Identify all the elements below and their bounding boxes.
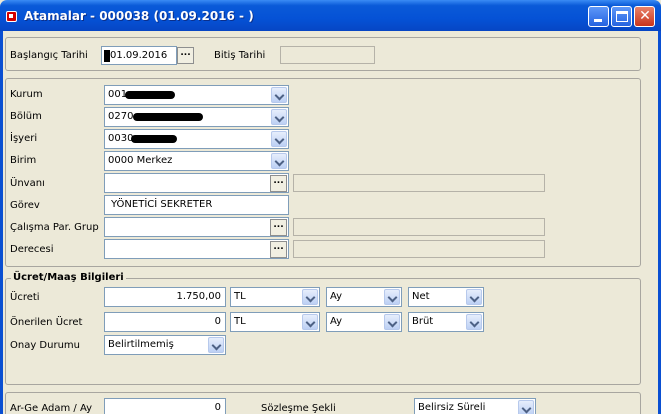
onay-label: Onay Durumu (10, 340, 80, 351)
salary-panel (5, 278, 641, 385)
calisma-description-field (293, 218, 545, 236)
ucret-label: Ücreti (10, 292, 40, 303)
close-icon: ✕ (639, 8, 651, 24)
calisma-input[interactable]: ... (104, 217, 289, 237)
gorev-value: YÖNETİCİ SEKRETER (111, 199, 213, 210)
end-date-label: Bitiş Tarihi (214, 50, 266, 61)
chevron-down-icon[interactable] (208, 337, 224, 353)
window-title: Atamalar - 000038 (01.09.2016 - ) (24, 9, 254, 23)
minimize-button[interactable] (588, 6, 609, 27)
start-date-picker-button[interactable]: ... (177, 47, 194, 64)
end-date-field (280, 46, 375, 64)
ucret-type-select[interactable]: Net (408, 287, 484, 307)
onerilen-currency-value: TL (234, 316, 246, 327)
onerilen-input[interactable]: 0 (104, 312, 226, 332)
start-date-label: Başlangıç Tarihi (10, 50, 88, 61)
isyeri-label: İşyeri (10, 133, 38, 144)
ucret-period-select[interactable]: Ay (326, 287, 402, 307)
onay-value: Belirtilmemiş (108, 339, 174, 350)
calisma-lookup-button[interactable]: ... (270, 219, 287, 236)
ucret-input[interactable]: 1.750,00 (104, 287, 226, 307)
arge-label: Ar-Ge Adam / Ay (10, 403, 93, 414)
bolum-value: 0270 (108, 111, 134, 122)
onerilen-period-select[interactable]: Ay (326, 312, 402, 332)
derece-label: Derecesi (10, 244, 54, 255)
organization-panel (5, 78, 641, 267)
kurum-label: Kurum (10, 89, 43, 100)
ucret-period-value: Ay (330, 291, 343, 302)
sozlesme-label: Sözleşme Şekli (261, 403, 336, 414)
chevron-down-icon[interactable] (271, 153, 287, 169)
gorev-input[interactable]: YÖNETİCİ SEKRETER (104, 195, 289, 215)
birim-select[interactable]: 0000 Merkez (104, 151, 289, 171)
chevron-down-icon[interactable] (466, 314, 482, 330)
ucret-type-value: Net (412, 291, 430, 302)
ucret-currency-value: TL (234, 291, 246, 302)
kurum-select[interactable]: 001 (104, 85, 289, 105)
gorev-label: Görev (10, 200, 40, 211)
title-bar[interactable]: Atamalar - 000038 (01.09.2016 - ) ✕ (0, 0, 661, 31)
unvan-label: Ünvanı (10, 178, 45, 189)
maximize-button[interactable] (611, 6, 632, 27)
chevron-down-icon[interactable] (384, 314, 400, 330)
redaction-mark (133, 113, 203, 121)
unvan-description-field (293, 174, 545, 192)
onerilen-label: Önerilen Ücret (10, 317, 83, 328)
sozlesme-select[interactable]: Belirsiz Süreli (414, 398, 536, 414)
chevron-down-icon[interactable] (466, 289, 482, 305)
minimize-icon (594, 19, 602, 22)
salary-section-title: Ücret/Maaş Bilgileri (11, 272, 126, 283)
onerilen-currency-select[interactable]: TL (230, 312, 320, 332)
derece-lookup-button[interactable]: ... (270, 241, 287, 258)
isyeri-value: 0030 (108, 133, 134, 144)
onerilen-value: 0 (214, 316, 221, 327)
derece-description-field (293, 240, 545, 258)
chevron-down-icon[interactable] (302, 289, 318, 305)
birim-value: 0000 Merkez (108, 155, 173, 166)
ucret-currency-select[interactable]: TL (230, 287, 320, 307)
onerilen-type-value: Brüt (412, 316, 434, 327)
unvan-lookup-button[interactable]: ... (270, 175, 287, 192)
chevron-down-icon[interactable] (518, 400, 534, 414)
chevron-down-icon[interactable] (302, 314, 318, 330)
bolum-select[interactable]: 0270 (104, 107, 289, 127)
derece-input[interactable]: ... (104, 239, 289, 259)
bolum-label: Bölüm (10, 111, 42, 122)
chevron-down-icon[interactable] (271, 131, 287, 147)
onerilen-type-select[interactable]: Brüt (408, 312, 484, 332)
unvan-input[interactable]: ... (104, 173, 289, 193)
redaction-mark (131, 135, 177, 143)
chevron-down-icon[interactable] (271, 109, 287, 125)
start-date-value: 01.09.2016 (110, 50, 168, 61)
close-button[interactable]: ✕ (634, 6, 655, 27)
chevron-down-icon[interactable] (384, 289, 400, 305)
redaction-mark (125, 91, 175, 99)
birim-label: Birim (10, 155, 37, 166)
ucret-value: 1.750,00 (176, 291, 221, 302)
app-icon (6, 11, 17, 22)
onerilen-period-value: Ay (330, 316, 343, 327)
onay-select[interactable]: Belirtilmemiş (104, 335, 226, 355)
maximize-icon (616, 11, 628, 22)
start-date-input[interactable]: 01.09.2016 (101, 46, 177, 65)
sozlesme-value: Belirsiz Süreli (418, 402, 486, 413)
arge-value: 0 (214, 402, 221, 413)
arge-input[interactable]: 0 (104, 398, 226, 414)
isyeri-select[interactable]: 0030 (104, 129, 289, 149)
chevron-down-icon[interactable] (271, 87, 287, 103)
calisma-label: Çalışma Par. Grup (10, 222, 99, 233)
